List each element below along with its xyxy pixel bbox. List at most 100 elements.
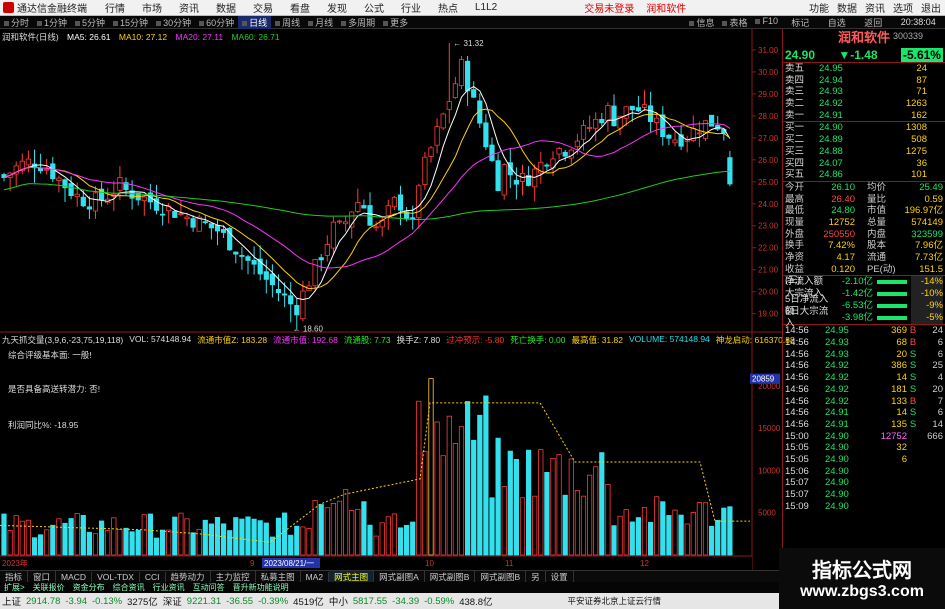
tick-time: 14:56 (785, 325, 809, 337)
stock-code: 300339 (892, 31, 923, 41)
menu-item-watch[interactable]: 看盘 (290, 0, 310, 15)
menu-item-trade[interactable]: 交易 (253, 0, 273, 15)
volume-bar (135, 529, 141, 556)
tick-side (907, 454, 919, 466)
sub-tab[interactable]: 晋升新功能说明 (229, 582, 293, 593)
volume-bar (336, 500, 343, 556)
tick-count: 4 (937, 372, 943, 384)
menu-exit[interactable]: 退出 (921, 0, 941, 15)
tick-side: S (909, 418, 917, 430)
indicator-tab[interactable]: 另 (526, 570, 546, 583)
indicator-tab[interactable]: 网式副图B (425, 570, 476, 583)
asks-row: 卖三 24.93 71 (783, 86, 945, 98)
period-day[interactable]: 日线 (238, 15, 272, 29)
tool-mark[interactable]: 标记 (791, 16, 809, 29)
volume-bar (74, 513, 80, 556)
volume-bar (111, 517, 117, 556)
asks-volume: 1263 (905, 98, 927, 110)
menu-data-r[interactable]: 数据 (837, 0, 857, 15)
stock-notice[interactable]: 润和软件 (646, 0, 686, 15)
volume-bar (678, 514, 684, 556)
candle-body (208, 223, 214, 229)
period-more[interactable]: 更多 (379, 16, 412, 29)
tool-back[interactable]: 返回 (864, 16, 882, 29)
indicator-tab[interactable]: 指标 (0, 570, 29, 583)
sub-tab[interactable]: 综合资讯 (109, 582, 149, 593)
bids-row: 买三 24.88 1275 (783, 146, 945, 158)
period-fenshi[interactable]: 分时 (0, 16, 33, 29)
kline-chart[interactable]: 31.00 30.00 29.00 28.00 27.00 26.00 25.00 24.00… (0, 29, 782, 570)
tick-time: 14:56 (785, 395, 809, 407)
menu-item-l1l2[interactable]: L1L2 (475, 2, 497, 13)
menu-item-hot[interactable]: 热点 (438, 0, 458, 15)
menu-item-formula[interactable]: 公式 (364, 0, 384, 15)
chart-area[interactable]: 31.00 30.00 29.00 28.00 27.00 26.00 25.00 24.00… (0, 29, 795, 570)
sz-amount: 4519亿 (293, 597, 324, 608)
indicator-tab[interactable]: 主力监控 (211, 570, 256, 583)
period-60min[interactable]: 60分钟 (195, 16, 238, 29)
indicator-tab[interactable]: 窗口 (28, 570, 57, 583)
indicator-tab[interactable]: 网式副图A (374, 570, 425, 583)
tick-side (907, 466, 919, 478)
quote-gap (855, 217, 867, 229)
indicator-tab[interactable]: 网式主图 (329, 570, 375, 583)
quote-gap (855, 229, 867, 241)
volume-bar (153, 537, 160, 556)
tool-watchlist[interactable]: 自选 (828, 16, 846, 29)
sub-tab[interactable]: 关联报价 (29, 582, 69, 593)
menu-item-quote[interactable]: 行情 (105, 0, 125, 15)
menu-item-news[interactable]: 资讯 (179, 0, 199, 15)
quote-label: 净资 (785, 252, 805, 263)
quote-label2: 总量 (867, 216, 887, 228)
menu-item-discover[interactable]: 发现 (327, 0, 347, 15)
menu-item-data[interactable]: 数据 (216, 0, 236, 15)
sh-name: 上证 (2, 597, 22, 608)
indicator-tab[interactable]: MA2 (301, 571, 330, 582)
login-notice[interactable]: 交易未登录 (584, 0, 634, 15)
period-15min[interactable]: 15分钟 (109, 16, 152, 29)
menu-options[interactable]: 选项 (893, 0, 913, 15)
menu-item-market[interactable]: 市场 (142, 0, 162, 15)
volume-bar (159, 529, 166, 556)
tick-time: 14:56 (785, 407, 809, 419)
period-30min[interactable]: 30分钟 (152, 16, 195, 29)
bids-label: 买一 (785, 122, 805, 134)
tick-price: 24.91 (825, 418, 849, 430)
period-month[interactable]: 月线 (304, 16, 337, 29)
candle-body (605, 105, 611, 122)
menu-info-r[interactable]: 资讯 (865, 0, 885, 15)
period-1min[interactable]: 1分钟 (33, 16, 71, 29)
indicator-tab[interactable]: MACD (56, 571, 93, 582)
indicator-tab[interactable]: VOL-TDX (92, 571, 140, 582)
volume-bar (556, 454, 562, 556)
bid-book: 买一 24.90 1308 买二 24.89 508 买三 24.88 1275 买四 24.07 3… (783, 122, 945, 182)
candle-body (318, 257, 324, 261)
volume-bar (574, 490, 581, 556)
menu-func[interactable]: 功能 (809, 0, 829, 15)
indicator-tab[interactable]: CCI (140, 571, 166, 582)
sub-tab[interactable]: 互动问答 (189, 582, 229, 593)
quote-label: 最高 (785, 193, 805, 205)
menu-item-industry[interactable]: 行业 (401, 0, 421, 15)
price-change: ▼-1.48 (838, 47, 878, 62)
quote-gap (855, 240, 867, 252)
sub-tab[interactable]: 扩展> (0, 582, 29, 593)
volume-bar (593, 466, 599, 556)
indicator-tab[interactable]: 设置 (546, 570, 574, 583)
tool-info[interactable]: 信息 (685, 16, 718, 29)
indicator-tab[interactable]: 趋势动力 (166, 570, 211, 583)
sub-tab[interactable]: 资金分布 (69, 582, 109, 593)
candle-body (397, 194, 404, 211)
quote-label: 外盘 (785, 228, 805, 240)
quote-value2: 25.49 (919, 181, 943, 193)
tool-f10[interactable]: F10 (751, 16, 782, 29)
sub-tab[interactable]: 行业资讯 (149, 582, 189, 593)
period-5min[interactable]: 5分钟 (71, 16, 109, 29)
indicator-tab[interactable]: 网式副图B (475, 570, 527, 583)
period-week[interactable]: 周线 (271, 16, 304, 29)
period-multi[interactable]: 多周期 (337, 16, 379, 29)
candle-body (44, 168, 50, 171)
indicator-tab[interactable]: 私募主图 (256, 570, 301, 583)
tool-table[interactable]: 表格 (718, 16, 751, 29)
tick-count: 6 (937, 407, 943, 419)
